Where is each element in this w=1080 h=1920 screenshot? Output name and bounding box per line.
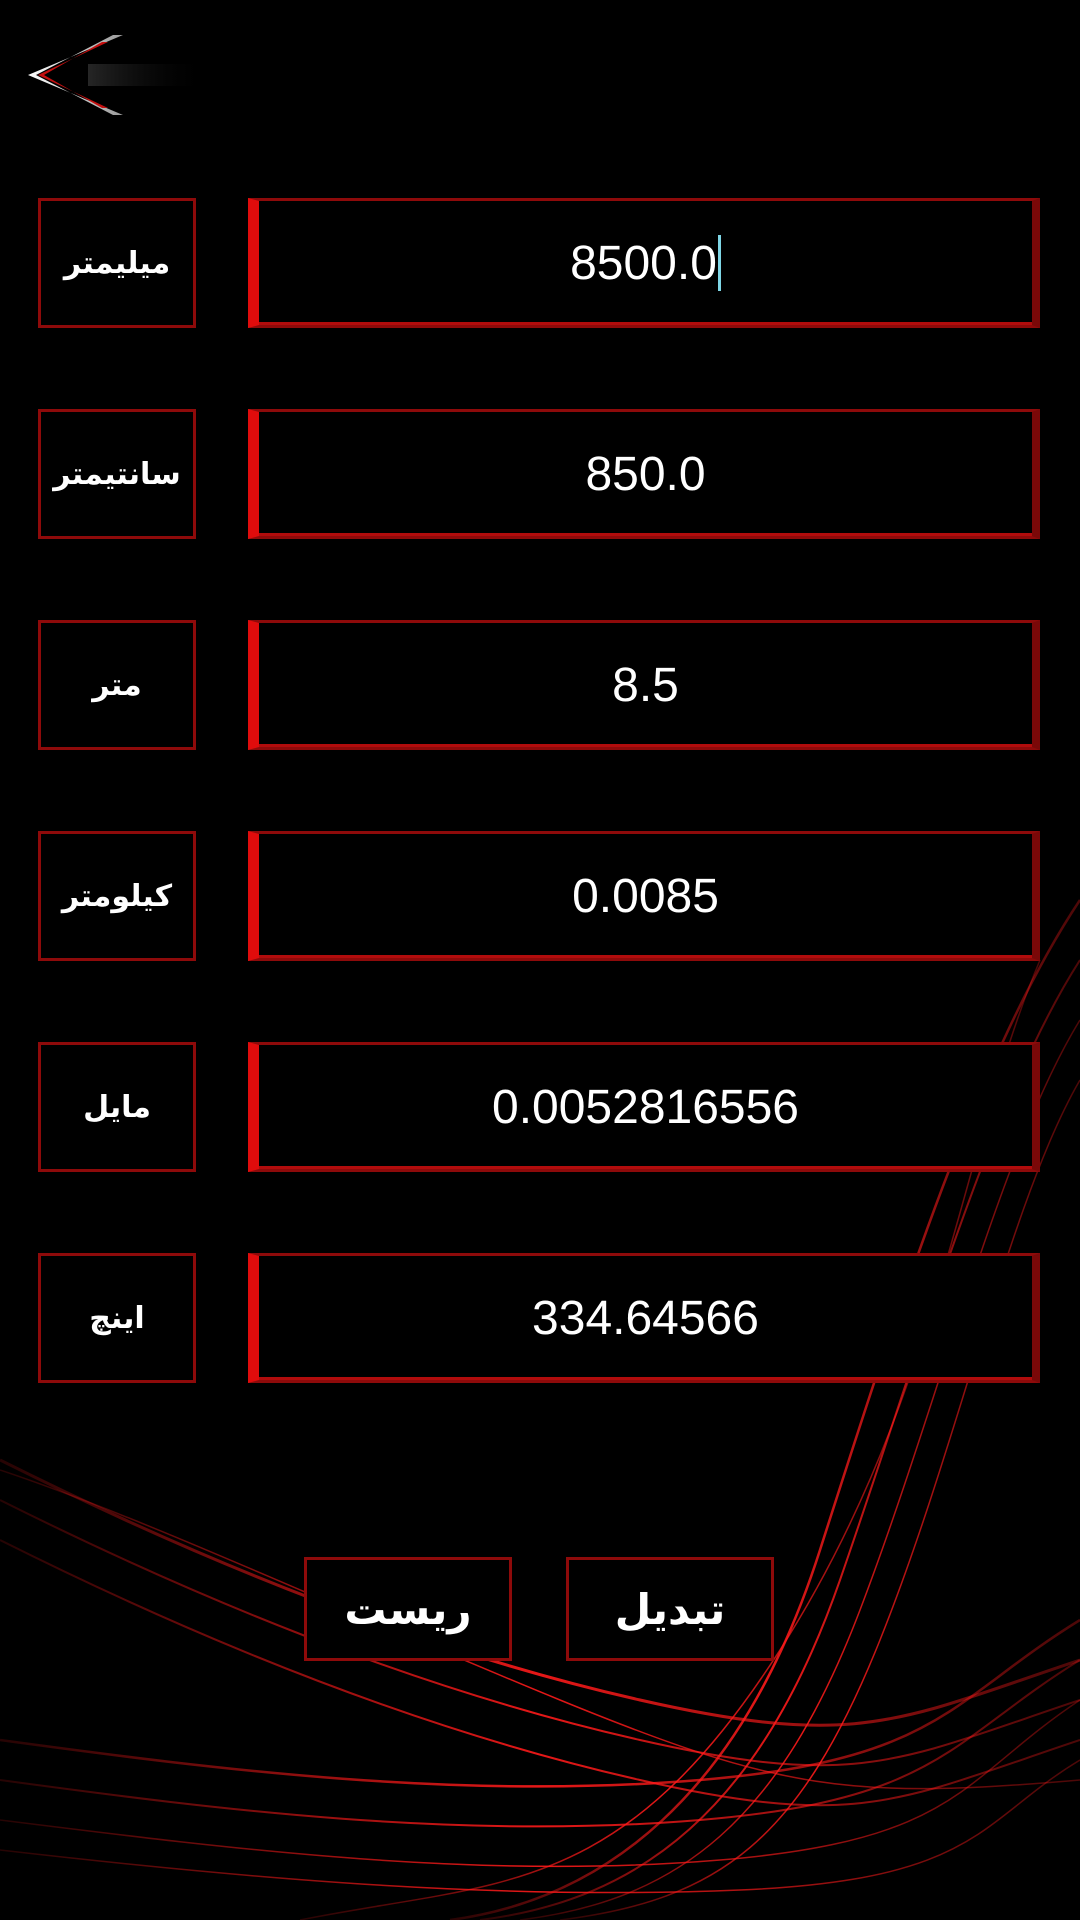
unit-label-millimeter: میلیمتر xyxy=(38,198,196,328)
kilometer-value: 0.0085 xyxy=(572,869,719,923)
inch-input[interactable]: 334.64566 xyxy=(248,1253,1040,1383)
row-meter: متر 8.5 xyxy=(0,620,1080,752)
converter-screen: میلیمتر 8500.0 سانتیمتر 850.0 متر 8.5 کی… xyxy=(0,0,1080,1920)
text-cursor xyxy=(717,235,721,291)
reset-button[interactable]: ریست xyxy=(304,1557,512,1661)
mile-value: 0.0052816556 xyxy=(492,1080,799,1134)
chevron-left-icon xyxy=(28,35,208,115)
centimeter-input[interactable]: 850.0 xyxy=(248,409,1040,539)
row-centimeter: سانتیمتر 850.0 xyxy=(0,409,1080,541)
unit-label-inch: اینچ xyxy=(38,1253,196,1383)
millimeter-value: 8500.0 xyxy=(570,236,717,290)
unit-label-meter: متر xyxy=(38,620,196,750)
row-kilometer: کیلومتر 0.0085 xyxy=(0,831,1080,963)
mile-input[interactable]: 0.0052816556 xyxy=(248,1042,1040,1172)
centimeter-value: 850.0 xyxy=(585,447,706,501)
meter-value: 8.5 xyxy=(612,658,679,712)
kilometer-input[interactable]: 0.0085 xyxy=(248,831,1040,961)
millimeter-input[interactable]: 8500.0 xyxy=(248,198,1040,328)
inch-value: 334.64566 xyxy=(532,1291,759,1345)
meter-input[interactable]: 8.5 xyxy=(248,620,1040,750)
row-inch: اینچ 334.64566 xyxy=(0,1253,1080,1385)
unit-label-mile: مایل xyxy=(38,1042,196,1172)
unit-label-centimeter: سانتیمتر xyxy=(38,409,196,539)
row-millimeter: میلیمتر 8500.0 xyxy=(0,198,1080,330)
unit-label-kilometer: کیلومتر xyxy=(38,831,196,961)
convert-button[interactable]: تبدیل xyxy=(566,1557,774,1661)
row-mile: مایل 0.0052816556 xyxy=(0,1042,1080,1174)
back-button[interactable] xyxy=(28,30,208,120)
